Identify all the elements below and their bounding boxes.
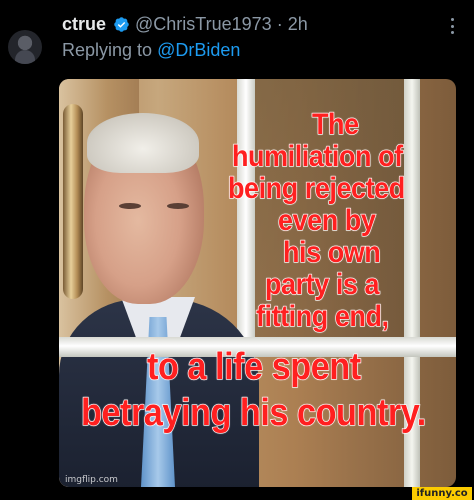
- verified-badge-icon: [113, 16, 130, 33]
- meme-line: even by: [277, 204, 376, 237]
- imgflip-watermark: imgflip.com: [65, 475, 118, 485]
- avatar[interactable]: [8, 30, 42, 64]
- handle[interactable]: @ChrisTrue1973: [135, 14, 272, 35]
- meme-line: being rejected: [227, 172, 405, 205]
- separator-dot: ·: [276, 13, 283, 34]
- author-row: ctrue @ChrisTrue1973 · 2h: [62, 12, 308, 36]
- left-eye: [119, 203, 141, 209]
- meme-line: to a life spent: [146, 346, 361, 388]
- white-hair: [87, 113, 199, 173]
- replying-to-label: Replying to: [62, 40, 158, 60]
- tweet-media-image[interactable]: The humiliation of being rejected even b…: [59, 79, 456, 487]
- display-name[interactable]: ctrue: [62, 14, 106, 35]
- timestamp[interactable]: 2h: [288, 14, 308, 35]
- meme-line: The: [311, 108, 359, 141]
- meme-line: fitting end,: [255, 300, 389, 333]
- meme-line: party is a: [264, 268, 380, 301]
- meme-line: humiliation of: [231, 140, 403, 173]
- more-options-icon[interactable]: [443, 16, 461, 36]
- meme-line: betraying his country.: [80, 392, 426, 434]
- ifunny-watermark: ifunny.co: [412, 487, 472, 500]
- right-eye: [167, 203, 189, 209]
- tweet-header: ctrue @ChrisTrue1973 · 2h Replying to @D…: [0, 0, 474, 76]
- meme-line: his own: [282, 236, 381, 269]
- replying-to-link[interactable]: @DrBiden: [157, 40, 240, 60]
- replying-to-line: Replying to @DrBiden: [62, 40, 240, 61]
